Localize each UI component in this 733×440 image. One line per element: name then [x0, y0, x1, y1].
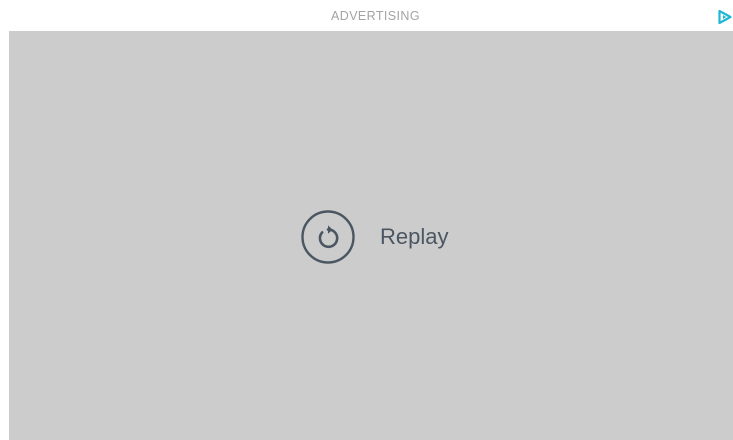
replay-label: Replay: [380, 224, 449, 249]
ad-header: ADVERTISING: [0, 0, 733, 31]
advertising-label: ADVERTISING: [331, 9, 420, 23]
replay-button[interactable]: Replay: [300, 209, 448, 265]
adchoices-icon[interactable]: [717, 9, 733, 25]
replay-icon: [301, 210, 355, 264]
video-player: Replay: [9, 31, 733, 440]
